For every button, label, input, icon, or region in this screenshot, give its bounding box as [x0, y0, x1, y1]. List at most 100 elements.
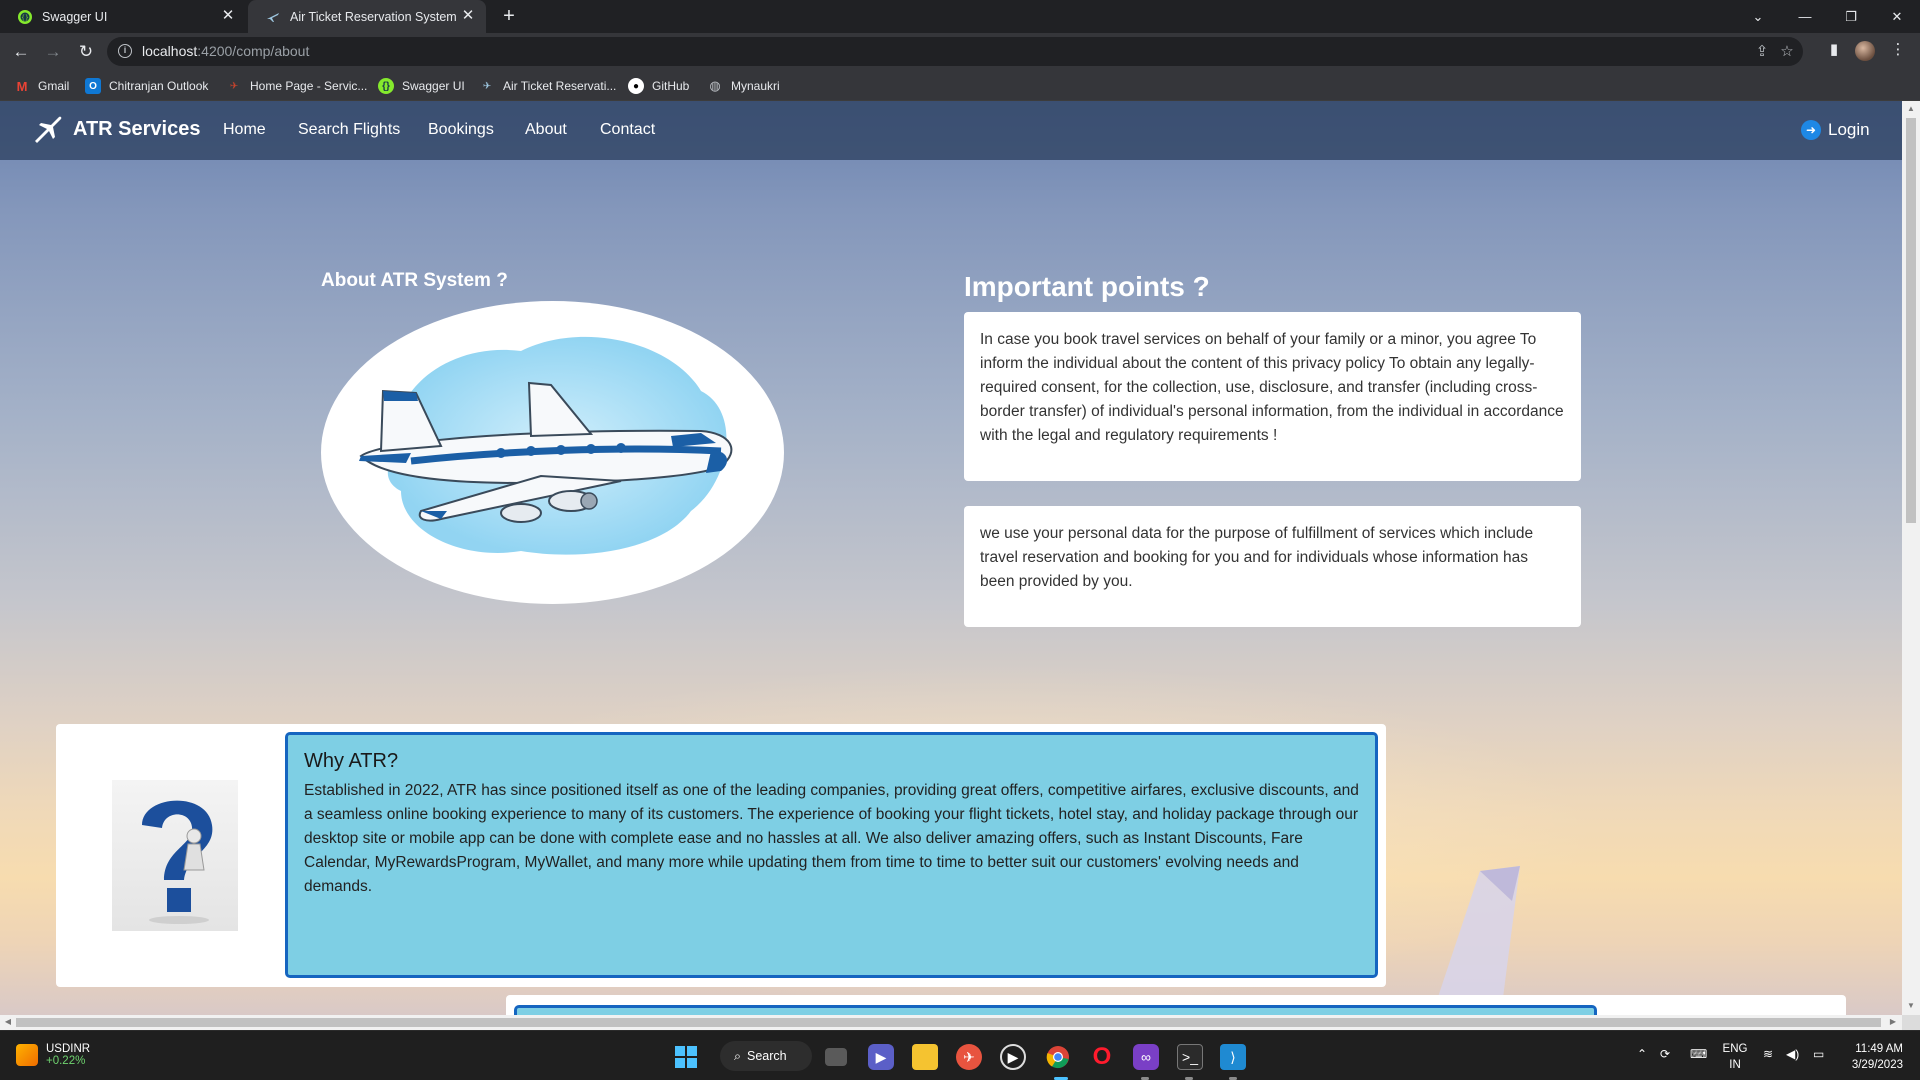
- profile-avatar[interactable]: [1855, 41, 1875, 61]
- bookmark-label: Gmail: [38, 79, 70, 93]
- about-title: About ATR System ?: [321, 270, 508, 291]
- svg-text:{}: {}: [21, 14, 29, 21]
- plane-icon: [266, 10, 280, 24]
- new-tab-button[interactable]: +: [498, 5, 520, 28]
- globe-icon: ◍: [709, 78, 721, 93]
- horizontal-scrollbar[interactable]: ◀ ▶: [0, 1015, 1902, 1030]
- bookmarks-bar: M Gmail O Chitranjan Outlook ✈ Home Page…: [0, 70, 1920, 101]
- brand-name: ATR Services: [73, 117, 201, 140]
- bookmark-label: Chitranjan Outlook: [109, 79, 209, 93]
- login-arrow-icon: ➜: [1801, 120, 1821, 140]
- data-usage-card: we use your personal data for the purpos…: [964, 506, 1581, 627]
- tab-title: Swagger UI: [42, 9, 108, 24]
- why-atr-box: Why ATR? Established in 2022, ATR has si…: [285, 732, 1378, 978]
- airplane-logo-icon: [35, 116, 62, 143]
- scroll-down-arrow-icon[interactable]: ▼: [1906, 1001, 1916, 1011]
- next-section-card: [506, 995, 1846, 1015]
- search-label: Search: [747, 1049, 787, 1063]
- chrome-icon[interactable]: [1045, 1044, 1071, 1070]
- reload-icon[interactable]: ↻: [74, 40, 98, 64]
- swagger-icon: {}: [18, 9, 32, 24]
- nav-contact[interactable]: Contact: [600, 121, 655, 139]
- opera-icon[interactable]: O: [1089, 1043, 1115, 1070]
- vscode-icon[interactable]: ⟩: [1220, 1044, 1246, 1070]
- teams-chat-icon[interactable]: ▶: [868, 1044, 894, 1070]
- media-player-icon[interactable]: ▶: [1000, 1044, 1026, 1070]
- nav-search-flights[interactable]: Search Flights: [298, 121, 400, 139]
- volume-icon[interactable]: ◀): [1786, 1047, 1799, 1061]
- tab-air-ticket-reservation[interactable]: Air Ticket Reservation System ✕: [248, 0, 486, 33]
- close-tab-icon[interactable]: ✕: [220, 8, 236, 24]
- nav-about[interactable]: About: [525, 121, 567, 139]
- windows-start-icon[interactable]: [673, 1044, 699, 1070]
- url-path: :4200/comp/about: [197, 43, 310, 59]
- scroll-up-arrow-icon[interactable]: ▲: [1906, 104, 1916, 114]
- menu-kebab-icon[interactable]: ⋮: [1887, 40, 1909, 58]
- login-label: Login: [1828, 120, 1870, 139]
- bookmark-home-page[interactable]: ✈ Home Page - Servic...: [226, 76, 368, 96]
- nav-bookings[interactable]: Bookings: [428, 121, 494, 139]
- clock-time: 11:49 AM: [1855, 1043, 1903, 1055]
- restore-button[interactable]: ❐: [1828, 0, 1874, 33]
- language-indicator[interactable]: ENG IN: [1721, 1041, 1749, 1073]
- vertical-scroll-thumb[interactable]: [1906, 118, 1916, 523]
- bookmark-github[interactable]: ● GitHub: [628, 76, 689, 96]
- brand-link[interactable]: ATR Services: [33, 115, 200, 143]
- keyboard-icon[interactable]: ⌨: [1690, 1047, 1707, 1061]
- tab-swagger-ui[interactable]: {} Swagger UI ✕: [0, 0, 246, 33]
- region-code: IN: [1729, 1059, 1741, 1071]
- close-window-button[interactable]: ✕: [1874, 0, 1920, 33]
- close-tab-icon[interactable]: ✕: [460, 8, 476, 24]
- login-button[interactable]: ➜ Login: [1801, 120, 1870, 140]
- share-icon[interactable]: ⇪: [1752, 42, 1772, 60]
- taskbar-search[interactable]: ⌕ Search: [720, 1041, 812, 1071]
- minimize-button[interactable]: —: [1782, 0, 1828, 33]
- stock-widget[interactable]: USDINR +0.22%: [16, 1043, 90, 1067]
- postman-icon[interactable]: ✈: [956, 1044, 982, 1070]
- servicenow-icon: ✈: [229, 80, 239, 92]
- outlook-icon: O: [85, 78, 101, 94]
- question-mark-icon: [142, 800, 213, 924]
- nav-home[interactable]: Home: [223, 121, 266, 139]
- bookmark-swagger[interactable]: {} Swagger UI: [378, 76, 465, 96]
- swagger-icon: {}: [378, 78, 394, 94]
- github-icon: ●: [628, 78, 644, 94]
- app-navbar: ATR Services Home Search Flights Booking…: [0, 101, 1902, 160]
- scroll-left-arrow-icon[interactable]: ◀: [3, 1017, 13, 1027]
- task-view-icon[interactable]: [825, 1048, 847, 1066]
- bookmark-label: Air Ticket Reservati...: [503, 79, 617, 93]
- file-explorer-icon[interactable]: [912, 1044, 938, 1070]
- bookmark-air-ticket[interactable]: ✈ Air Ticket Reservati...: [479, 76, 617, 96]
- site-info-icon[interactable]: i: [118, 44, 132, 58]
- question-mark-figure-image: [112, 780, 238, 931]
- terminal-icon[interactable]: >_: [1177, 1044, 1203, 1070]
- sync-icon[interactable]: ⟳: [1660, 1047, 1670, 1061]
- vertical-scrollbar[interactable]: ▲ ▼: [1902, 101, 1920, 1015]
- windows-taskbar: USDINR +0.22% ⌕ Search ▶ ✈ ▶ O ∞ >_ ⟩ ⌃ …: [0, 1030, 1920, 1080]
- browser-toolbar: ← → ↻ i localhost:4200/comp/about ⇪ ☆ ▮ …: [0, 33, 1920, 70]
- bookmark-star-icon[interactable]: ☆: [1777, 42, 1797, 60]
- system-clock[interactable]: 11:49 AM 3/29/2023: [1845, 1041, 1903, 1073]
- wifi-icon[interactable]: ≋: [1763, 1047, 1773, 1061]
- visual-studio-icon[interactable]: ∞: [1133, 1044, 1159, 1070]
- bookmark-outlook[interactable]: O Chitranjan Outlook: [85, 76, 208, 96]
- forward-arrow-icon[interactable]: →: [41, 40, 65, 64]
- bookmark-gmail[interactable]: M Gmail: [14, 76, 70, 96]
- url-text[interactable]: localhost:4200/comp/about: [142, 43, 309, 59]
- back-arrow-icon[interactable]: ←: [9, 40, 33, 64]
- stock-name: USDINR: [46, 1043, 91, 1055]
- privacy-point-card: In case you book travel services on beha…: [964, 312, 1581, 481]
- side-panel-icon[interactable]: ▮: [1823, 40, 1845, 58]
- clock-date: 3/29/2023: [1851, 1059, 1903, 1071]
- next-section-box: [514, 1005, 1597, 1015]
- stock-change: +0.22%: [46, 1055, 86, 1067]
- bookmark-mynaukri[interactable]: ◍ Mynaukri: [707, 76, 779, 96]
- bookmark-label: Home Page - Servic...: [250, 79, 368, 93]
- address-bar[interactable]: i localhost:4200/comp/about ⇪ ☆: [107, 37, 1803, 66]
- battery-icon[interactable]: ▭: [1813, 1047, 1824, 1061]
- horizontal-scroll-thumb[interactable]: [16, 1018, 1881, 1027]
- tab-search-chevron-icon[interactable]: ⌄: [1735, 0, 1781, 33]
- tray-overflow-chevron-icon[interactable]: ⌃: [1637, 1047, 1647, 1061]
- scrollbar-corner: [1902, 1015, 1920, 1030]
- scroll-right-arrow-icon[interactable]: ▶: [1888, 1017, 1898, 1027]
